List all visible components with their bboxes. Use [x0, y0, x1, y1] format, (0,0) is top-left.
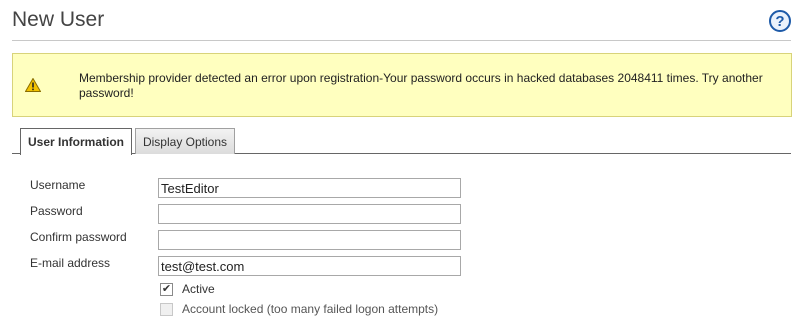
- active-label: Active: [182, 282, 215, 296]
- password-label: Password: [30, 204, 83, 218]
- account-locked-label: Account locked (too many failed logon at…: [182, 302, 439, 316]
- password-input[interactable]: [158, 204, 461, 224]
- help-icon[interactable]: ?: [769, 10, 791, 32]
- active-checkbox[interactable]: ✔: [160, 282, 173, 296]
- error-alert: Membership provider detected an error up…: [12, 53, 792, 117]
- tab-display-options[interactable]: Display Options: [135, 128, 235, 154]
- confirm-password-label: Confirm password: [30, 230, 127, 244]
- warning-icon: [25, 78, 41, 92]
- page-header: New User ?: [12, 0, 791, 41]
- username-input[interactable]: [158, 178, 461, 198]
- account-locked-checkbox: [160, 302, 173, 316]
- alert-message: Membership provider detected an error up…: [79, 71, 763, 100]
- confirm-password-input[interactable]: [158, 230, 461, 250]
- page-title: New User: [12, 8, 105, 31]
- account-locked-row: Account locked (too many failed logon at…: [160, 301, 438, 317]
- tab-bar: User Information Display Options: [12, 127, 791, 155]
- email-input[interactable]: [158, 256, 461, 276]
- tab-user-information[interactable]: User Information: [20, 128, 132, 155]
- username-label: Username: [30, 178, 86, 192]
- active-row: ✔ Active: [160, 281, 215, 297]
- email-label: E-mail address: [30, 256, 111, 270]
